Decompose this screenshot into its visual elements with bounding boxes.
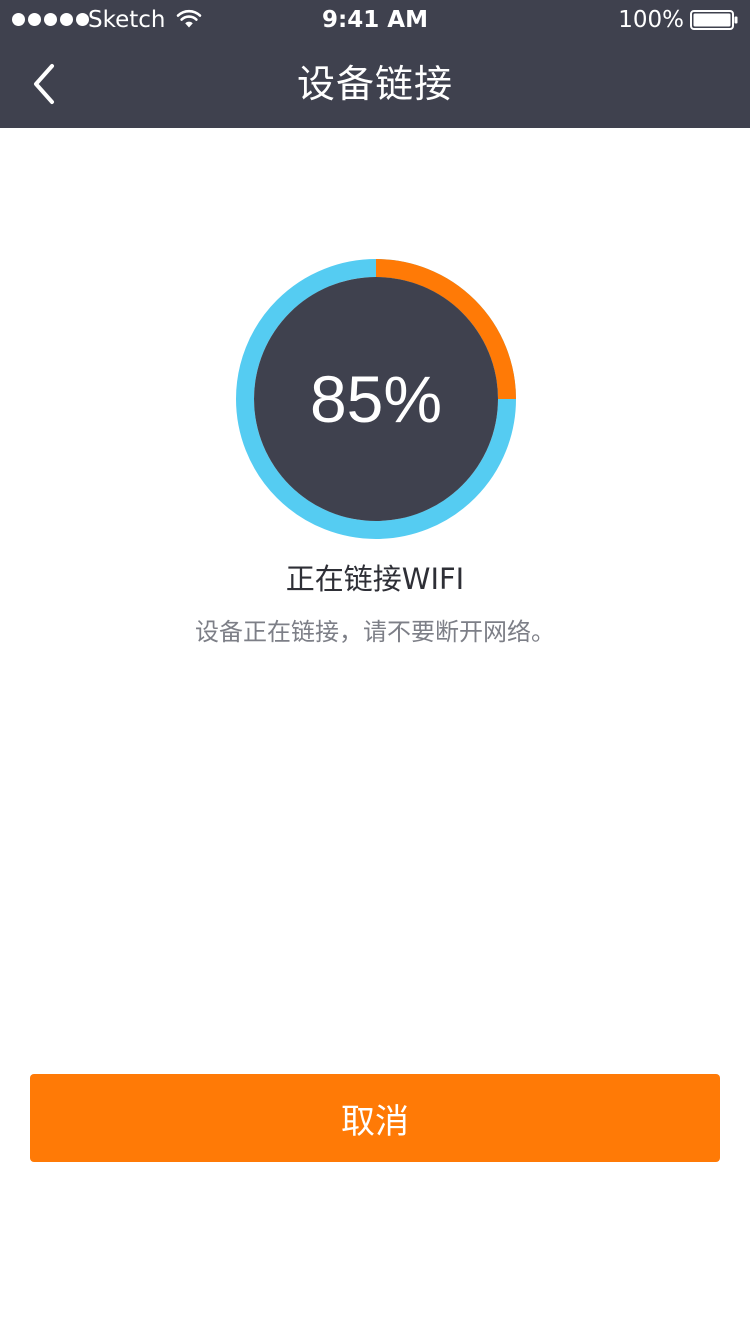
- status-bar: Sketch 9:41 AM 100%: [0, 0, 750, 40]
- battery-percentage: 100%: [618, 7, 684, 33]
- cancel-button[interactable]: 取消: [30, 1074, 720, 1162]
- navigation-header: Sketch 9:41 AM 100% 设备链接: [0, 0, 750, 128]
- connection-progress-ring: 85%: [236, 259, 516, 539]
- progress-percentage: 85%: [309, 362, 443, 436]
- battery-icon: [690, 10, 738, 30]
- connection-status-description: 设备正在链接，请不要断开网络。: [195, 618, 555, 646]
- connection-status-title: 正在链接WIFI: [285, 562, 465, 596]
- page-title: 设备链接: [296, 62, 453, 106]
